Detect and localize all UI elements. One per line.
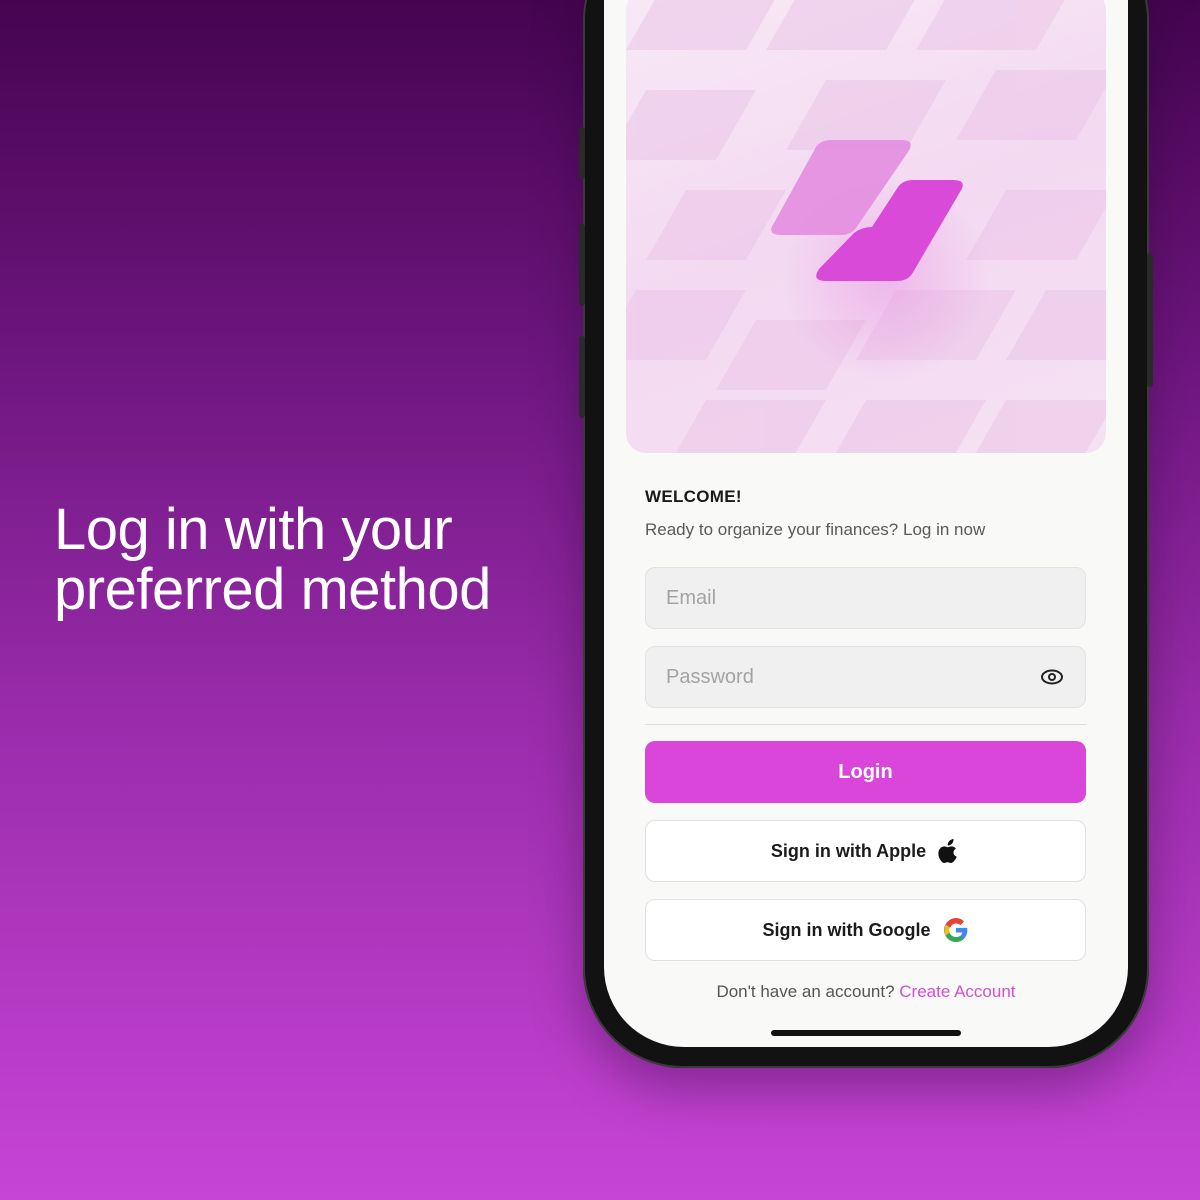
hero-banner [626, 0, 1106, 453]
login-button[interactable]: Login [645, 741, 1086, 803]
password-field[interactable] [645, 646, 1086, 708]
headline-line-2: preferred method [54, 557, 491, 622]
headline: Log in with your preferred method [54, 500, 554, 620]
headline-line-1: Log in with your [54, 497, 453, 562]
welcome-title: WELCOME! [645, 487, 742, 506]
google-icon [943, 918, 967, 942]
google-signin-label: Sign in with Google [762, 919, 931, 940]
login-button-label: Login [838, 760, 893, 783]
app-logo-icon [771, 140, 963, 281]
phone-volume-down-button [579, 336, 585, 418]
google-signin-button[interactable]: Sign in with Google [645, 899, 1086, 961]
welcome-subtitle: Ready to organize your finances? Log in … [645, 520, 986, 539]
apple-icon [938, 839, 957, 863]
apple-signin-label: Sign in with Apple [770, 840, 927, 861]
divider [645, 724, 1086, 725]
create-account-link[interactable]: Create Account [899, 982, 1015, 1001]
eye-icon[interactable] [1040, 665, 1064, 689]
home-indicator [771, 1030, 961, 1036]
phone-power-button [1147, 253, 1153, 387]
phone-volume-up-button [579, 224, 585, 306]
signup-prompt-text: Don't have an account? [716, 982, 895, 1001]
email-field[interactable] [645, 567, 1086, 629]
signup-prompt: Don't have an account? Create Account [604, 982, 1128, 1002]
phone-side-button [579, 127, 585, 179]
apple-signin-button[interactable]: Sign in with Apple [645, 820, 1086, 882]
app-screen: WELCOME! Ready to organize your finances… [604, 0, 1128, 1047]
